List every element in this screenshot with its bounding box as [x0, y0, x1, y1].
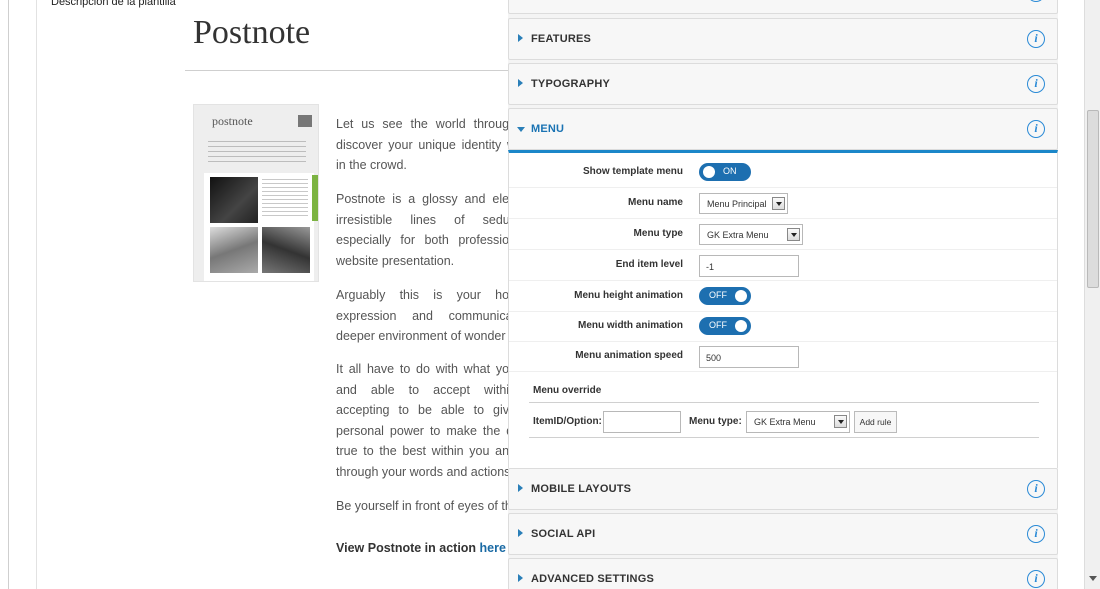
chevron-right-icon: [518, 484, 523, 492]
template-thumbnail: postnote: [193, 104, 319, 282]
thumbnail-logo-text: postnote: [212, 114, 253, 128]
itemid-option-label: ItemID/Option:: [533, 416, 602, 427]
section-title-typography: TYPOGRAPHY: [531, 78, 611, 90]
row-menu-height-animation: Menu height animation OFF: [509, 281, 1057, 312]
article-paragraph-1: Let us see the world through discover yo…: [336, 117, 516, 172]
toggle-knob: [703, 166, 715, 178]
section-title-advanced-settings: ADVANCED SETTINGS: [531, 573, 654, 585]
menu-height-animation-label: Menu height animation: [574, 290, 683, 301]
section-title-social-api: SOCIAL API: [531, 528, 596, 540]
thumbnail-card-text: [262, 179, 308, 217]
thumbnail-portrait-image: [210, 177, 258, 223]
thumbnail-image-3: [262, 227, 310, 273]
info-icon[interactable]: i: [1027, 525, 1045, 543]
end-item-level-input[interactable]: -1: [699, 255, 799, 277]
article-paragraph-3: Arguably this is your hon expression and…: [336, 288, 516, 343]
view-in-action-link[interactable]: here: [480, 541, 506, 555]
row-show-template-menu: Show template menu ON: [509, 157, 1057, 188]
info-icon[interactable]: i: [1027, 0, 1045, 2]
dropdown-arrow-icon: [772, 197, 785, 210]
menu-override-title: Menu override: [533, 385, 602, 396]
scroll-down-arrow-icon[interactable]: [1089, 576, 1097, 581]
menu-settings-body: Show template menu ON Menu name Menu Pri…: [508, 150, 1058, 468]
row-end-item-level: End item level -1: [509, 250, 1057, 281]
dropdown-arrow-icon: [834, 415, 847, 428]
section-features[interactable]: FEATURES i: [508, 18, 1058, 60]
toggle-knob: [735, 320, 747, 332]
toggle-state: OFF: [709, 320, 727, 330]
page-frame-border: [8, 0, 9, 589]
end-item-level-label: End item level: [615, 259, 683, 270]
menu-width-animation-toggle[interactable]: OFF: [699, 317, 751, 335]
show-template-menu-toggle[interactable]: ON: [699, 163, 751, 181]
override-divider-top: [529, 402, 1039, 403]
dropdown-arrow-icon: [787, 228, 800, 241]
section-previous-collapsed[interactable]: i: [508, 0, 1058, 14]
thumbnail-content-card: [204, 173, 314, 281]
menu-animation-speed-label: Menu animation speed: [575, 350, 683, 361]
show-template-menu-label: Show template menu: [582, 166, 683, 177]
view-in-action-text: View Postnote in action here: [336, 541, 506, 555]
menu-name-label: Menu name: [627, 197, 683, 208]
article-paragraph-4: It all have to do with what you and able…: [336, 362, 516, 479]
menu-name-select[interactable]: Menu Principal: [699, 193, 788, 214]
thumbnail-menu-button: [298, 115, 312, 127]
menu-width-animation-label: Menu width animation: [578, 320, 683, 331]
info-icon[interactable]: i: [1027, 480, 1045, 498]
menu-animation-speed-input[interactable]: 500: [699, 346, 799, 368]
override-divider-bottom: [529, 437, 1039, 438]
template-description-label: Descripción de la plantilla: [51, 0, 176, 8]
row-menu-name: Menu name Menu Principal: [509, 188, 1057, 219]
row-menu-width-animation: Menu width animation OFF: [509, 311, 1057, 342]
toggle-state: OFF: [709, 290, 727, 300]
page-frame-inner-border: [36, 0, 37, 589]
chevron-right-icon: [518, 529, 523, 537]
row-menu-type: Menu type GK Extra Menu: [509, 219, 1057, 250]
info-icon[interactable]: i: [1027, 570, 1045, 588]
title-divider: [185, 70, 525, 71]
menu-type-value: GK Extra Menu: [707, 230, 769, 240]
chevron-right-icon: [518, 574, 523, 582]
chevron-down-icon: [517, 127, 525, 132]
section-title-mobile-layouts: MOBILE LAYOUTS: [531, 483, 632, 495]
section-typography[interactable]: TYPOGRAPHY i: [508, 63, 1058, 105]
override-menu-type-value: GK Extra Menu: [754, 417, 816, 427]
menu-name-value: Menu Principal: [707, 199, 767, 209]
itemid-option-input[interactable]: [603, 411, 681, 433]
menu-type-label: Menu type: [633, 228, 683, 239]
info-icon[interactable]: i: [1027, 75, 1045, 93]
view-in-action-label: View Postnote in action: [336, 541, 480, 555]
article-title: Postnote: [193, 14, 311, 51]
section-title-features: FEATURES: [531, 33, 592, 45]
vertical-scrollbar[interactable]: [1084, 0, 1100, 589]
article-paragraph-2: Postnote is a glossy and eleg irresistib…: [336, 192, 516, 268]
article-paragraph-5: Be yourself in front of eyes of th: [336, 499, 512, 513]
override-menu-type-select[interactable]: GK Extra Menu: [746, 411, 850, 433]
row-menu-animation-speed: Menu animation speed 500: [509, 341, 1057, 372]
section-menu[interactable]: MENU i: [508, 108, 1058, 150]
info-icon[interactable]: i: [1027, 30, 1045, 48]
override-menu-type-label: Menu type:: [689, 416, 742, 427]
add-rule-button[interactable]: Add rule: [854, 411, 897, 433]
toggle-state: ON: [723, 166, 737, 176]
toggle-knob: [735, 290, 747, 302]
section-social-api[interactable]: SOCIAL API i: [508, 513, 1058, 555]
thumbnail-green-accent: [312, 175, 318, 221]
menu-height-animation-toggle[interactable]: OFF: [699, 287, 751, 305]
info-icon[interactable]: i: [1027, 120, 1045, 138]
menu-type-select[interactable]: GK Extra Menu: [699, 224, 803, 245]
template-settings-panel: i FEATURES i TYPOGRAPHY i MENU i Show te…: [508, 0, 1058, 589]
thumbnail-text-lines: [208, 141, 306, 163]
thumbnail-image-2: [210, 227, 258, 273]
section-title-menu: MENU: [531, 123, 565, 135]
section-mobile-layouts[interactable]: MOBILE LAYOUTS i: [508, 468, 1058, 510]
chevron-right-icon: [518, 34, 523, 42]
section-advanced-settings[interactable]: ADVANCED SETTINGS i: [508, 558, 1058, 589]
chevron-right-icon: [518, 79, 523, 87]
scrollbar-thumb[interactable]: [1087, 110, 1099, 288]
